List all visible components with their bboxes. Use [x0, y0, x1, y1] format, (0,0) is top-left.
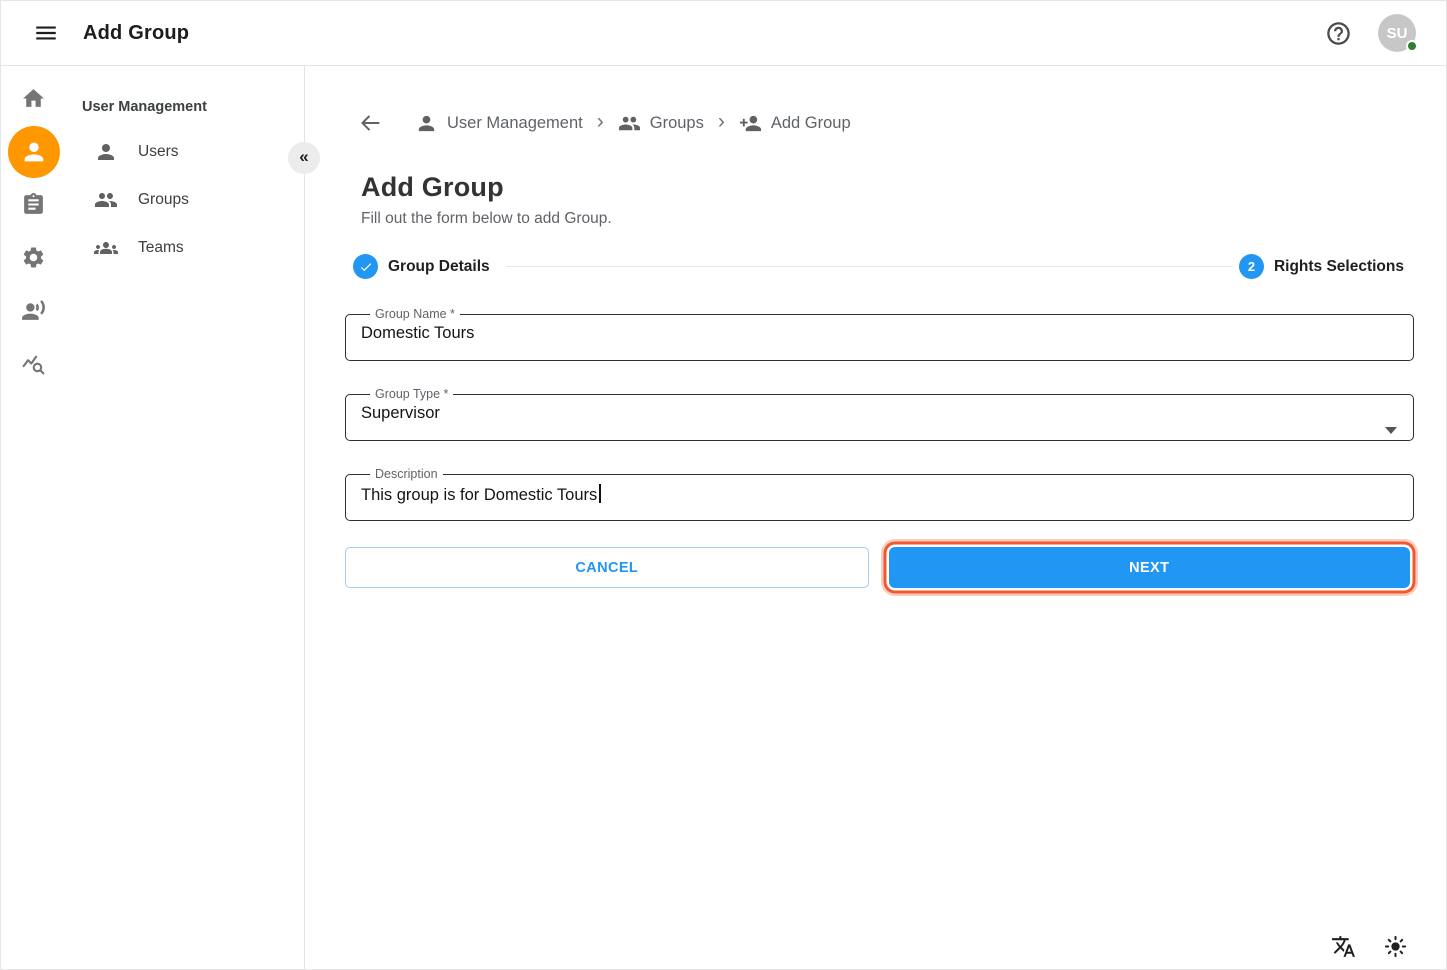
group-name-field[interactable]: Group Name * Domestic Tours — [345, 307, 1414, 361]
sidebar-collapse-button[interactable]: « — [288, 142, 320, 174]
top-app-bar: Add Group SU — [1, 1, 1446, 66]
next-button[interactable]: NEXT — [889, 547, 1411, 588]
hamburger-menu-icon[interactable] — [33, 20, 59, 46]
active-nav-circle — [8, 126, 60, 178]
add-group-form: Group Name * Domestic Tours Group Type *… — [345, 307, 1414, 588]
step-1-label: Group Details — [388, 258, 490, 276]
footer-icons — [1331, 934, 1408, 959]
chevron-right-icon: › — [597, 111, 604, 135]
person-icon — [415, 112, 438, 135]
settings-icon[interactable] — [1, 231, 66, 284]
sidebar-section-title: User Management — [82, 86, 304, 128]
sidebar-item-label: Groups — [138, 191, 189, 209]
group-type-label: Group Type * — [370, 387, 453, 401]
person-add-icon — [739, 112, 762, 135]
breadcrumb-row: User Management › Groups › Add Group — [345, 110, 1414, 136]
check-icon — [359, 260, 373, 274]
app-window: Add Group SU — [0, 0, 1447, 970]
breadcrumb-label: User Management — [447, 114, 583, 133]
icon-rail — [1, 66, 66, 969]
sidebar-item-groups[interactable]: Groups — [66, 176, 304, 224]
user-management-icon[interactable] — [1, 125, 66, 178]
main-content: User Management › Groups › Add Group Add… — [305, 66, 1446, 969]
online-status-dot — [1406, 40, 1418, 52]
group-type-value: Supervisor — [361, 404, 1398, 423]
step-2-label: Rights Selections — [1274, 258, 1404, 276]
home-icon[interactable] — [1, 72, 66, 125]
app-title: Add Group — [83, 22, 189, 45]
step-2-circle[interactable]: 2 — [1239, 254, 1264, 279]
person-icon — [94, 140, 118, 164]
query-stats-icon[interactable] — [1, 337, 66, 390]
group-name-label: Group Name * — [370, 307, 460, 321]
avatar[interactable]: SU — [1378, 14, 1416, 52]
help-icon[interactable] — [1325, 20, 1352, 47]
translate-icon[interactable] — [1331, 934, 1356, 959]
stepper: Group Details 2 Rights Selections — [353, 254, 1414, 279]
groups-icon — [94, 236, 118, 260]
brightness-icon[interactable] — [1383, 934, 1408, 959]
record-voice-over-icon[interactable] — [1, 284, 66, 337]
breadcrumb-user-management[interactable]: User Management — [415, 112, 583, 135]
group-name-value: Domestic Tours — [361, 324, 1398, 343]
sidebar-item-label: Teams — [138, 239, 184, 257]
assignment-icon[interactable] — [1, 178, 66, 231]
description-label: Description — [370, 467, 443, 481]
dropdown-arrow-icon — [1385, 427, 1397, 434]
page-subtitle: Fill out the form below to add Group. — [361, 210, 1414, 228]
breadcrumb-label: Add Group — [771, 114, 851, 133]
chevron-right-icon: › — [718, 111, 725, 135]
sidebar-item-users[interactable]: Users — [66, 128, 304, 176]
back-arrow-icon[interactable] — [357, 110, 383, 136]
page-title: Add Group — [361, 172, 1414, 203]
sidebar: User Management Users Groups Teams « — [1, 66, 305, 969]
group-type-select[interactable]: Group Type * Supervisor — [345, 387, 1414, 441]
breadcrumb: User Management › Groups › Add Group — [415, 111, 851, 135]
people-icon — [94, 188, 118, 212]
step-2-number: 2 — [1248, 259, 1255, 274]
breadcrumb-groups[interactable]: Groups — [618, 112, 704, 135]
sidebar-menu: User Management Users Groups Teams — [66, 66, 304, 969]
double-chevron-left-icon: « — [299, 147, 308, 167]
description-field[interactable]: Description This group is for Domestic T… — [345, 467, 1414, 521]
sidebar-item-teams[interactable]: Teams — [66, 224, 304, 272]
stepper-connector — [506, 266, 1233, 267]
text-cursor — [599, 484, 600, 503]
people-icon — [618, 112, 641, 135]
breadcrumb-label: Groups — [650, 114, 704, 133]
cancel-button[interactable]: CANCEL — [345, 547, 869, 588]
step-1-circle[interactable] — [353, 254, 378, 279]
sidebar-item-label: Users — [138, 143, 178, 161]
avatar-initials: SU — [1387, 25, 1408, 42]
breadcrumb-add-group[interactable]: Add Group — [739, 112, 851, 135]
description-value: This group is for Domestic Tours — [361, 486, 597, 504]
